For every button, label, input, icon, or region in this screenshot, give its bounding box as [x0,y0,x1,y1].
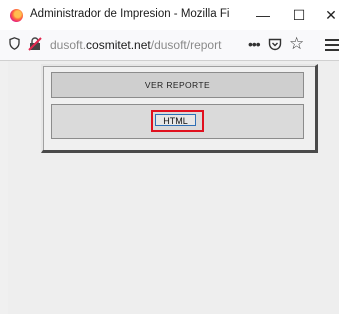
report-panel: VER REPORTE HTML [41,64,318,153]
insecure-lock-icon[interactable] [28,37,42,51]
window-title: Administrador de Impresion - Mozilla Fir… [30,8,230,20]
ver-reporte-header: VER REPORTE [51,72,304,98]
url-prefix: dusoft. [50,38,87,52]
page-content: VER REPORTE HTML [8,61,339,314]
navigation-bar: dusoft.cosmitet.net/dusoft/report ••• ☆ [0,30,339,61]
minimize-button[interactable]: — [252,4,274,26]
window-title-bar: Administrador de Impresion - Mozilla Fir… [0,0,339,30]
url-path: /dusoft/report [150,38,222,52]
url-field[interactable]: dusoft.cosmitet.net/dusoft/report [50,38,246,52]
maximize-button[interactable]: ☐ [288,4,310,26]
menu-hamburger-icon[interactable] [325,39,339,51]
tracking-protection-shield-icon[interactable] [9,37,20,50]
pocket-icon[interactable] [268,38,282,51]
html-button[interactable]: HTML [155,114,196,126]
page-actions-button[interactable]: ••• [248,36,261,52]
highlight-box: HTML [151,110,204,132]
format-options-row: HTML [51,104,304,139]
bookmark-star-icon[interactable]: ☆ [289,34,304,54]
close-button[interactable]: ✕ [320,4,339,26]
url-domain: cosmitet.net [86,38,151,52]
firefox-logo-icon [10,9,23,22]
